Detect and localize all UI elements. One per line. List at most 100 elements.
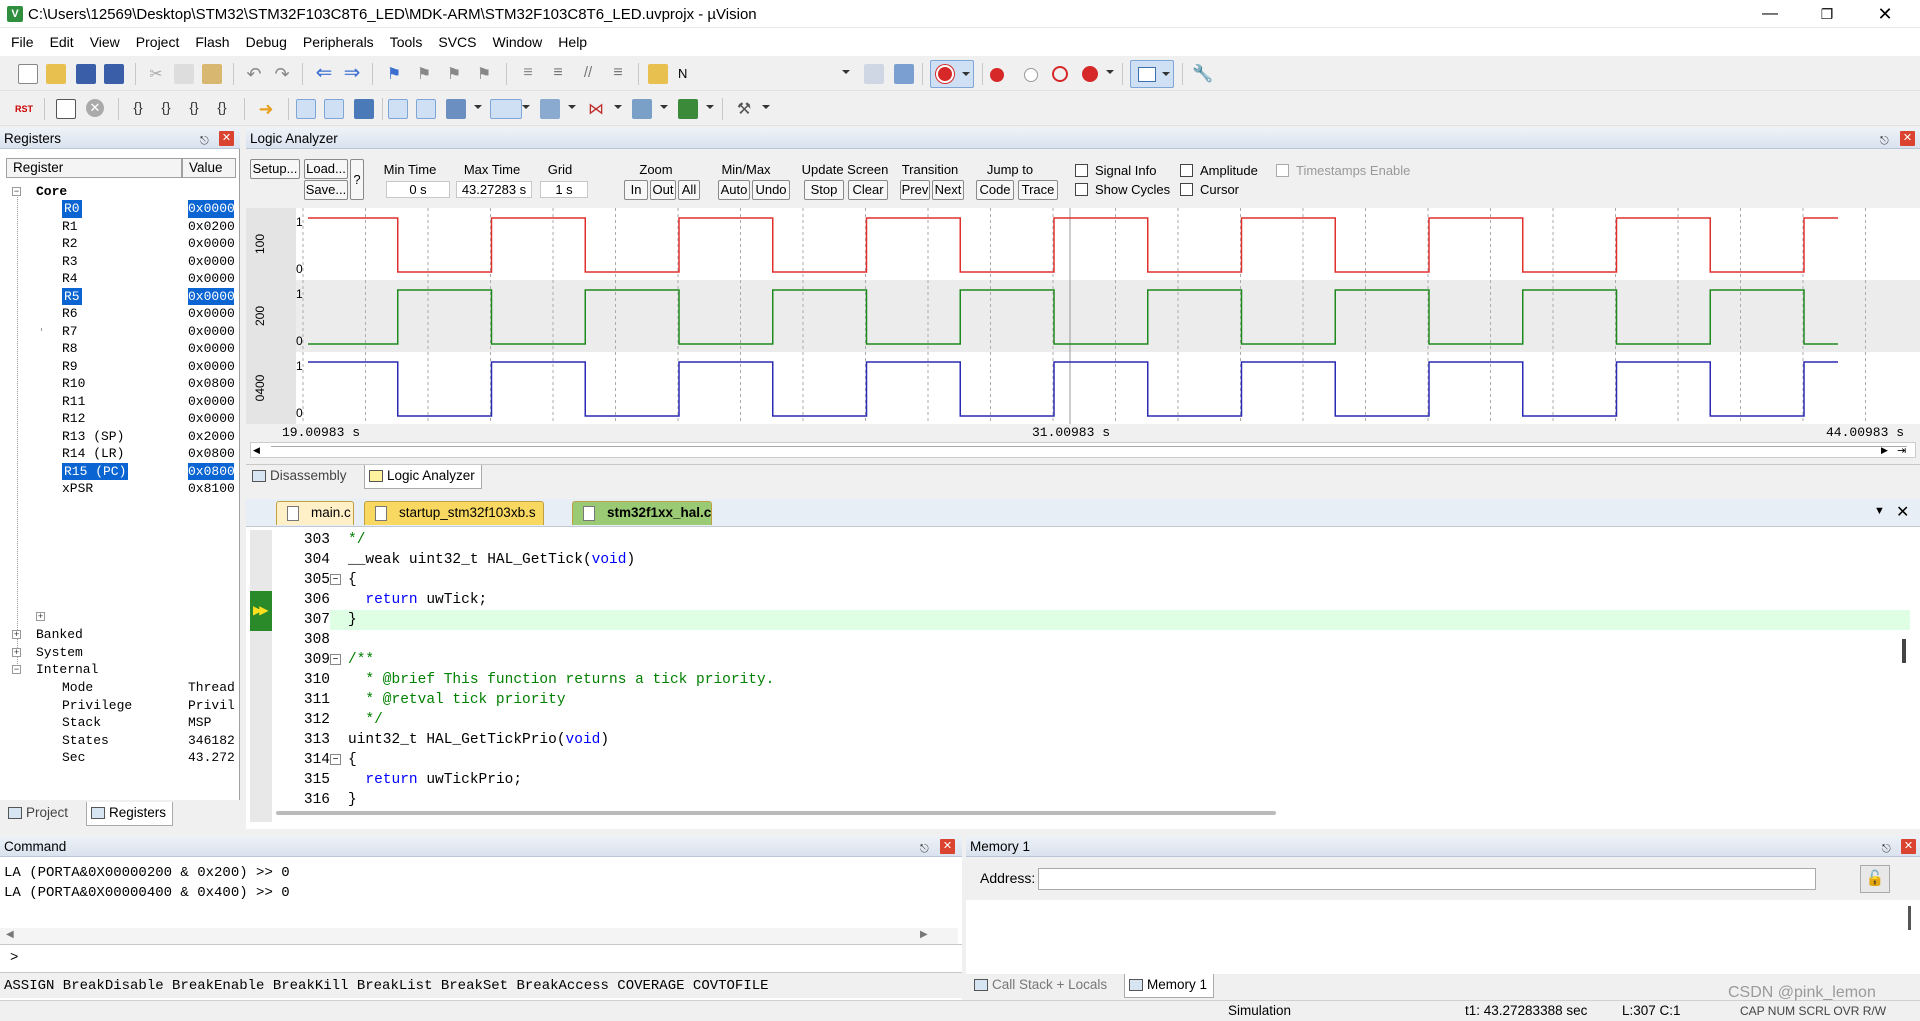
cmd-scroll-right-icon[interactable]: ▶: [920, 929, 928, 940]
menu-help[interactable]: Help: [550, 28, 595, 56]
register-row[interactable]: R7 0x0000: [0, 323, 236, 341]
show-next-statement-icon[interactable]: ➜: [256, 99, 276, 119]
register-row[interactable]: R6 0x0000: [0, 305, 236, 323]
register-row[interactable]: R10 0x0800: [0, 375, 236, 393]
reset-cpu-icon[interactable]: RST: [14, 99, 34, 119]
paste-icon[interactable]: [202, 64, 222, 84]
address-input[interactable]: [1038, 868, 1816, 890]
find-icon[interactable]: [864, 64, 884, 84]
internal-row[interactable]: Sec 43.272: [0, 749, 236, 767]
zoom-all-button[interactable]: All: [678, 180, 700, 200]
run-icon[interactable]: [56, 99, 76, 119]
tabs-menu-icon[interactable]: ▼: [1874, 505, 1885, 517]
watch-windows-icon[interactable]: [446, 99, 466, 119]
trace-dropdown-icon[interactable]: [660, 105, 668, 109]
analysis-dropdown-icon[interactable]: [614, 105, 622, 109]
copy-icon[interactable]: [174, 64, 194, 84]
internal-row[interactable]: States 346182: [0, 732, 236, 750]
code-line[interactable]: 309 /**: [246, 650, 1920, 670]
window-layout-button[interactable]: [1130, 60, 1174, 88]
jump-code-button[interactable]: Code: [976, 180, 1014, 200]
next-transition-button[interactable]: Next: [932, 180, 964, 200]
register-row[interactable]: R2 0x0000: [0, 235, 236, 253]
load-button[interactable]: Load...: [304, 159, 348, 179]
step-out-icon[interactable]: {}: [184, 99, 204, 119]
waveform-display[interactable]: 100 1 0 200 1 0 0400 1 0: [246, 208, 1920, 424]
insert-breakpoint-icon[interactable]: [990, 68, 1004, 82]
menu-peripherals[interactable]: Peripherals: [295, 28, 382, 56]
kill-breakpoints-icon[interactable]: [1082, 66, 1098, 82]
fold-icon[interactable]: −: [330, 574, 341, 585]
tab-main-c[interactable]: main.c: [276, 501, 354, 525]
close-file-icon[interactable]: ✕: [1896, 502, 1909, 522]
column-header-register[interactable]: Register: [6, 158, 182, 178]
uncomment-icon[interactable]: ≡: [608, 64, 628, 84]
command-window-icon[interactable]: [296, 99, 316, 119]
code-line[interactable]: 313 uint32_t HAL_GetTickPrio(void): [246, 730, 1920, 750]
clear-button[interactable]: Clear: [848, 180, 888, 200]
menu-project[interactable]: Project: [128, 28, 188, 56]
tab-memory-1[interactable]: Memory 1: [1124, 974, 1215, 998]
stop-button[interactable]: Stop: [804, 180, 844, 200]
fold-icon[interactable]: −: [330, 754, 341, 765]
expand-xpsr-icon[interactable]: +: [36, 612, 45, 621]
unindent-icon[interactable]: ≡: [548, 64, 568, 84]
la-scroll-track[interactable]: [271, 446, 1907, 454]
command-hscrollbar[interactable]: ◀ ▶: [0, 928, 958, 944]
memory-dropdown-icon[interactable]: [522, 105, 530, 109]
menu-view[interactable]: View: [82, 28, 128, 56]
redo-icon[interactable]: ↷: [272, 64, 292, 84]
fold-icon[interactable]: −: [330, 654, 341, 665]
menu-window[interactable]: Window: [485, 28, 551, 56]
system-viewer-dropdown-icon[interactable]: [706, 105, 714, 109]
watch-dropdown-icon[interactable]: [474, 105, 482, 109]
find-combo-dropdown-icon[interactable]: [842, 70, 850, 74]
breakpoint-dropdown-icon[interactable]: [1106, 70, 1114, 74]
code-line[interactable]: 315 return uwTickPrio;: [246, 770, 1920, 790]
tab-registers[interactable]: Registers: [86, 802, 174, 826]
disable-breakpoints-icon[interactable]: [1052, 66, 1068, 82]
tab-logic-analyzer[interactable]: Logic Analyzer: [364, 465, 482, 489]
new-file-icon[interactable]: [18, 64, 38, 84]
scroll-end-icon[interactable]: ⇥: [1897, 444, 1906, 457]
register-row[interactable]: R0 0x0000: [0, 200, 236, 218]
mem-close-icon[interactable]: ✕: [1901, 839, 1916, 854]
stop-icon[interactable]: ✕: [86, 99, 104, 117]
signal-info-checkbox[interactable]: [1075, 164, 1088, 177]
undo-icon[interactable]: ↶: [244, 64, 264, 84]
editor-hscroll-thumb[interactable]: [276, 811, 1276, 815]
cmd-pin-icon[interactable]: ⎋: [920, 839, 929, 860]
register-row[interactable]: R5 0x0000: [0, 287, 236, 305]
jump-trace-button[interactable]: Trace: [1018, 180, 1058, 200]
trace-window-icon[interactable]: [632, 99, 652, 119]
save-button[interactable]: Save...: [304, 180, 348, 200]
register-row[interactable]: R8 0x0000: [0, 340, 236, 358]
navigate-forward-icon[interactable]: ⇒: [342, 63, 362, 84]
code-line[interactable]: 310 * @brief This function returns a tic…: [246, 670, 1920, 690]
system-viewer-icon[interactable]: [678, 99, 698, 119]
configure-icon[interactable]: 🔧: [1192, 64, 1213, 84]
show-cycles-checkbox[interactable]: [1075, 183, 1088, 196]
register-row[interactable]: R4 0x0000: [0, 270, 236, 288]
navigate-back-icon[interactable]: ⇐: [314, 63, 334, 84]
bookmark-icon[interactable]: ⚑: [384, 64, 404, 84]
register-row[interactable]: R14 (LR) 0x0800: [0, 445, 236, 463]
serial-window-icon[interactable]: [540, 99, 560, 119]
incremental-find-icon[interactable]: [894, 64, 914, 84]
command-input[interactable]: >: [0, 944, 962, 972]
prev-transition-button[interactable]: Prev: [900, 180, 930, 200]
code-line[interactable]: 306 return uwTick;: [246, 590, 1920, 610]
code-line[interactable]: 308: [246, 630, 1920, 650]
clear-bookmarks-icon[interactable]: ⚑: [474, 64, 494, 84]
register-row[interactable]: R15 (PC) 0x0800: [0, 462, 236, 480]
prev-bookmark-icon[interactable]: ⚑: [414, 64, 434, 84]
toolbox-icon[interactable]: ⚒: [734, 99, 754, 119]
tab-hal-c[interactable]: stm32f1xx_hal.c: [572, 501, 712, 525]
restore-icon[interactable]: ❐: [1804, 0, 1850, 28]
zoom-out-button[interactable]: Out: [650, 180, 676, 200]
menu-edit[interactable]: Edit: [42, 28, 82, 56]
symbols-window-icon[interactable]: [354, 99, 374, 119]
menu-file[interactable]: File: [3, 28, 42, 56]
disassembly-window-icon[interactable]: [324, 99, 344, 119]
close-panel-icon[interactable]: ✕: [219, 131, 234, 146]
